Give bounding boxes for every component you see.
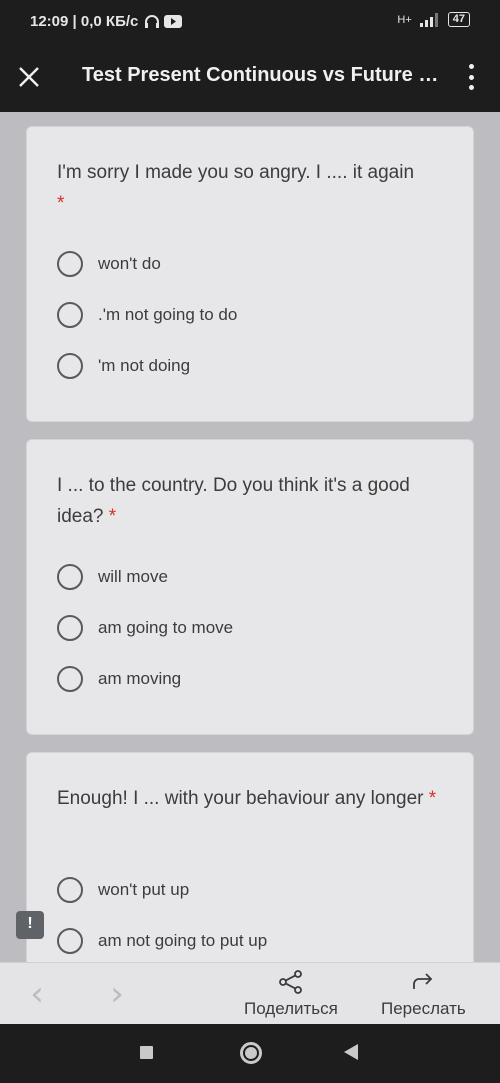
share-button[interactable]: Поделиться bbox=[244, 969, 338, 1019]
more-dot-icon bbox=[468, 64, 474, 69]
home-icon[interactable] bbox=[240, 1042, 262, 1064]
required-mark: * bbox=[108, 506, 117, 527]
close-button[interactable] bbox=[14, 62, 44, 92]
more-menu-button[interactable] bbox=[456, 60, 486, 94]
radio-button[interactable] bbox=[57, 615, 83, 641]
app-bar: Test Present Continuous vs Future Simple bbox=[0, 44, 500, 112]
system-nav-bar bbox=[0, 1024, 500, 1083]
back-icon[interactable] bbox=[344, 1044, 358, 1060]
radio-button[interactable] bbox=[57, 666, 83, 692]
radio-option[interactable]: .'m not going to do bbox=[57, 300, 447, 330]
option-label[interactable]: will move bbox=[98, 567, 168, 587]
network-type: H+ bbox=[397, 13, 412, 26]
status-bar: 12:09 | 0,0 КБ/с H+ 47 bbox=[0, 0, 500, 44]
question-text: I ... to the country. Do you think it's … bbox=[57, 470, 447, 532]
youtube-icon bbox=[164, 15, 183, 28]
radio-option[interactable]: won't put up bbox=[57, 875, 447, 905]
bottom-action-bar: ‹ › Поделиться Переслать bbox=[0, 962, 500, 1024]
back-arrow-icon[interactable]: ‹ bbox=[22, 977, 52, 1011]
radio-option[interactable]: am going to move bbox=[57, 613, 447, 643]
required-mark: * bbox=[428, 788, 437, 809]
radio-button[interactable] bbox=[57, 302, 83, 328]
close-icon bbox=[19, 67, 39, 87]
forward-icon bbox=[413, 973, 433, 989]
radio-button[interactable] bbox=[57, 251, 83, 277]
required-mark: * bbox=[57, 193, 65, 214]
radio-button[interactable] bbox=[57, 564, 83, 590]
radio-option[interactable]: won't do bbox=[57, 249, 447, 279]
share-label: Поделиться bbox=[244, 999, 338, 1018]
radio-option[interactable]: am not going to put up bbox=[57, 926, 447, 956]
recents-icon[interactable] bbox=[140, 1046, 153, 1059]
radio-option[interactable]: am moving bbox=[57, 664, 447, 694]
question-card: I ... to the country. Do you think it's … bbox=[26, 439, 474, 735]
radio-button[interactable] bbox=[57, 353, 83, 379]
question-text: I'm sorry I made you so angry. I .... it… bbox=[57, 157, 447, 219]
radio-option[interactable]: will move bbox=[57, 562, 447, 592]
forward-button[interactable]: Переслать bbox=[381, 969, 466, 1019]
option-label[interactable]: won't put up bbox=[98, 880, 189, 900]
more-dot-icon bbox=[468, 85, 474, 90]
option-label[interactable]: won't do bbox=[98, 254, 161, 274]
forward-label: Переслать bbox=[381, 999, 466, 1018]
radio-button[interactable] bbox=[57, 877, 83, 903]
headphones-icon bbox=[145, 14, 160, 28]
option-label[interactable]: am moving bbox=[98, 669, 181, 689]
form-content[interactable]: I'm sorry I made you so angry. I .... it… bbox=[0, 112, 500, 962]
radio-button[interactable] bbox=[57, 928, 83, 954]
option-label[interactable]: .'m not going to do bbox=[98, 305, 237, 325]
status-left: 12:09 | 0,0 КБ/с bbox=[30, 13, 183, 30]
forward-arrow-icon[interactable]: › bbox=[102, 977, 132, 1011]
battery-indicator: 47 bbox=[447, 12, 470, 27]
page-title: Test Present Continuous vs Future Simple bbox=[82, 64, 446, 86]
option-label[interactable]: 'm not doing bbox=[98, 356, 190, 376]
question-card: I'm sorry I made you so angry. I .... it… bbox=[26, 126, 474, 422]
signal-icon bbox=[419, 12, 438, 27]
share-icon bbox=[279, 970, 302, 994]
status-notification-icons bbox=[144, 14, 183, 29]
status-time-speed: 12:09 | 0,0 КБ/с bbox=[30, 13, 139, 30]
radio-option[interactable]: 'm not doing bbox=[57, 351, 447, 381]
question-label: Enough! I ... with your behaviour any lo… bbox=[57, 788, 424, 809]
more-dot-icon bbox=[468, 74, 474, 80]
option-label[interactable]: am not going to put up bbox=[98, 931, 267, 951]
report-abuse-button[interactable]: ! bbox=[16, 911, 44, 939]
question-label: I'm sorry I made you so angry. I .... it… bbox=[57, 162, 415, 183]
status-right: H+ 47 bbox=[397, 12, 470, 27]
report-icon: ! bbox=[27, 915, 33, 932]
question-text: Enough! I ... with your behaviour any lo… bbox=[57, 783, 447, 814]
option-label[interactable]: am going to move bbox=[98, 618, 233, 638]
question-card: Enough! I ... with your behaviour any lo… bbox=[26, 752, 474, 962]
